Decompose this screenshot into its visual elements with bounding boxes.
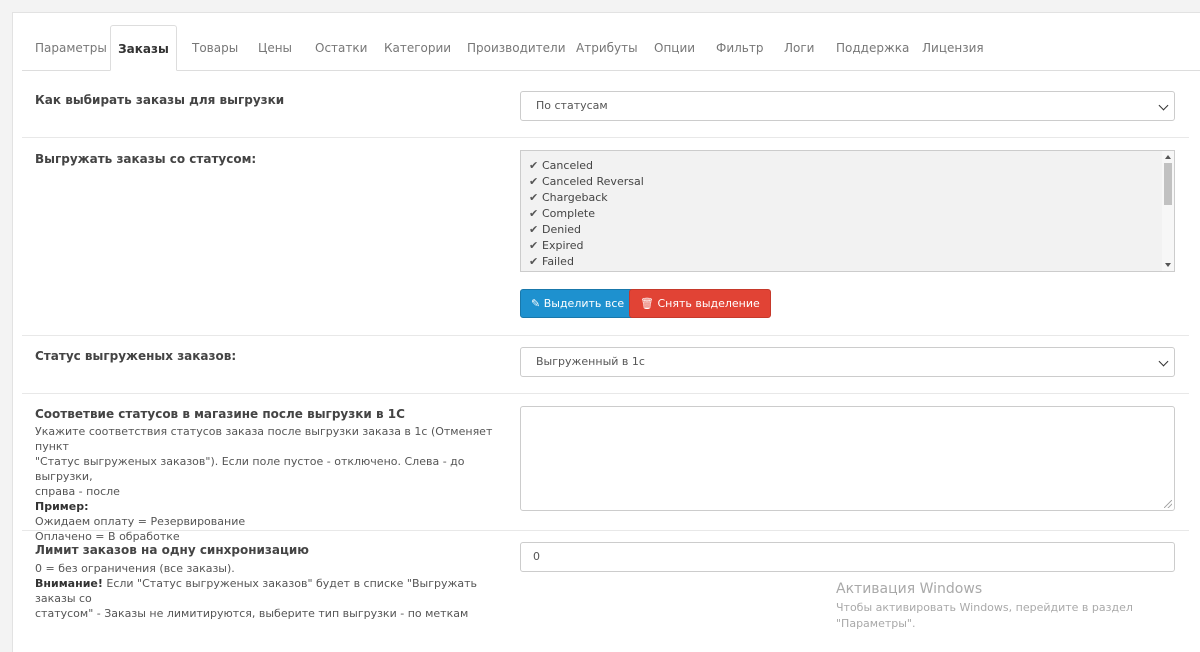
check-icon: ✔ <box>529 255 539 268</box>
mapping-label: Соответвие статусов в магазине после выг… <box>35 407 405 421</box>
list-item[interactable]: ✔ Denied <box>529 222 581 238</box>
check-icon: ✔ <box>529 159 539 172</box>
tab-parameters[interactable]: Параметры <box>35 25 107 71</box>
tab-support[interactable]: Поддержка <box>836 25 909 71</box>
help-text: 0 = без ограничения (все заказы). <box>35 562 235 575</box>
tab-categories[interactable]: Категории <box>384 25 451 71</box>
row-select-mode: Как выбирать заказы для выгрузки По стат… <box>22 76 1189 138</box>
mapping-textarea[interactable] <box>520 406 1175 511</box>
trash-icon: 🗑 <box>640 297 654 310</box>
statuses-label: Выгружать заказы со статусом: <box>35 152 257 166</box>
list-scrollbar[interactable] <box>1162 151 1174 271</box>
tab-license[interactable]: Лицензия <box>922 25 984 71</box>
list-item-label: Complete <box>542 207 596 220</box>
resize-grip-icon[interactable] <box>1164 500 1172 508</box>
tab-orders[interactable]: Заказы <box>110 25 177 71</box>
settings-panel: Параметры Заказы Товары Цены Остатки Кат… <box>12 12 1200 652</box>
select-mode-label: Как выбирать заказы для выгрузки <box>35 93 285 107</box>
check-icon: ✔ <box>529 175 539 188</box>
attention-label: Внимание! <box>35 577 103 590</box>
row-status-mapping: Соответвие статусов в магазине после выг… <box>22 394 1189 543</box>
list-item[interactable]: ✔ Failed <box>529 254 574 270</box>
check-icon: ✔ <box>529 223 539 236</box>
check-icon: ✔ <box>529 239 539 252</box>
tab-logs[interactable]: Логи <box>784 25 814 71</box>
chevron-down-icon <box>1158 356 1169 367</box>
pencil-icon: ✎ <box>531 297 541 310</box>
limit-help: 0 = без ограничения (все заказы). Вниман… <box>35 561 505 621</box>
tab-filter[interactable]: Фильтр <box>716 25 763 71</box>
help-text: статусом" - Заказы не лимитируются, выбе… <box>35 607 469 620</box>
windows-activation-watermark: Активация Windows Чтобы активировать Win… <box>836 580 1200 632</box>
exported-status-dropdown[interactable]: Выгруженный в 1с <box>520 347 1175 377</box>
tab-manufacturers[interactable]: Производители <box>467 25 566 71</box>
select-mode-value: По статусам <box>536 99 608 112</box>
help-text: Укажите соответствия статусов заказа пос… <box>35 425 493 453</box>
exported-status-value: Выгруженный в 1с <box>536 355 645 368</box>
help-text: "Статус выгруженых заказов"). Если поле … <box>35 455 465 483</box>
list-item[interactable]: ✔ Canceled Reversal <box>529 174 644 190</box>
scroll-thumb[interactable] <box>1164 163 1172 205</box>
example-text: Ожидаем оплату = Резервирование <box>35 515 246 528</box>
tab-attributes[interactable]: Атрибуты <box>576 25 638 71</box>
tab-bar: Параметры Заказы Товары Цены Остатки Кат… <box>22 25 1200 71</box>
deselect-label: Снять выделение <box>657 297 760 310</box>
statuses-multiselect[interactable]: ✔ Canceled ✔ Canceled Reversal ✔ Chargeback… <box>520 150 1175 272</box>
watermark-title: Активация Windows <box>836 581 983 597</box>
list-item[interactable]: ✔ Canceled <box>529 158 593 174</box>
scroll-up-arrow-icon[interactable] <box>1165 155 1171 159</box>
list-item[interactable]: ✔ Expired <box>529 238 584 254</box>
watermark-subtitle: Чтобы активировать Windows, перейдите в … <box>836 601 1133 630</box>
example-label: Пример: <box>35 500 89 513</box>
limit-label: Лимит заказов на одну синхронизацию <box>35 543 309 557</box>
deselect-button[interactable]: 🗑 Снять выделение <box>629 289 771 318</box>
tab-prices[interactable]: Цены <box>258 25 292 71</box>
tab-stock[interactable]: Остатки <box>315 25 367 71</box>
exported-status-label: Статус выгруженых заказов: <box>35 349 237 363</box>
tab-products[interactable]: Товары <box>192 25 238 71</box>
check-icon: ✔ <box>529 191 539 204</box>
check-icon: ✔ <box>529 207 539 220</box>
list-item[interactable]: ✔ Complete <box>529 206 595 222</box>
mapping-help: Укажите соответствия статусов заказа пос… <box>35 424 505 544</box>
row-exported-status: Статус выгруженых заказов: Выгруженный в… <box>22 336 1189 394</box>
limit-input[interactable]: 0 <box>520 542 1175 572</box>
list-item-label: Chargeback <box>542 191 608 204</box>
list-item-label: Expired <box>542 239 584 252</box>
list-item[interactable]: ✔ Chargeback <box>529 190 608 206</box>
tab-options[interactable]: Опции <box>654 25 695 71</box>
select-mode-dropdown[interactable]: По статусам <box>520 91 1175 121</box>
list-item-label: Canceled Reversal <box>542 175 644 188</box>
list-item-label: Canceled <box>542 159 594 172</box>
select-all-label: Выделить все <box>543 297 625 310</box>
list-item-label: Denied <box>542 223 582 236</box>
help-text: справа - после <box>35 485 120 498</box>
chevron-down-icon <box>1158 100 1169 111</box>
select-all-button[interactable]: ✎ Выделить все <box>520 289 636 318</box>
row-statuses: Выгружать заказы со статусом: ✔ Canceled … <box>22 138 1189 336</box>
list-item-label: Failed <box>542 255 574 268</box>
scroll-down-arrow-icon[interactable] <box>1165 263 1171 267</box>
